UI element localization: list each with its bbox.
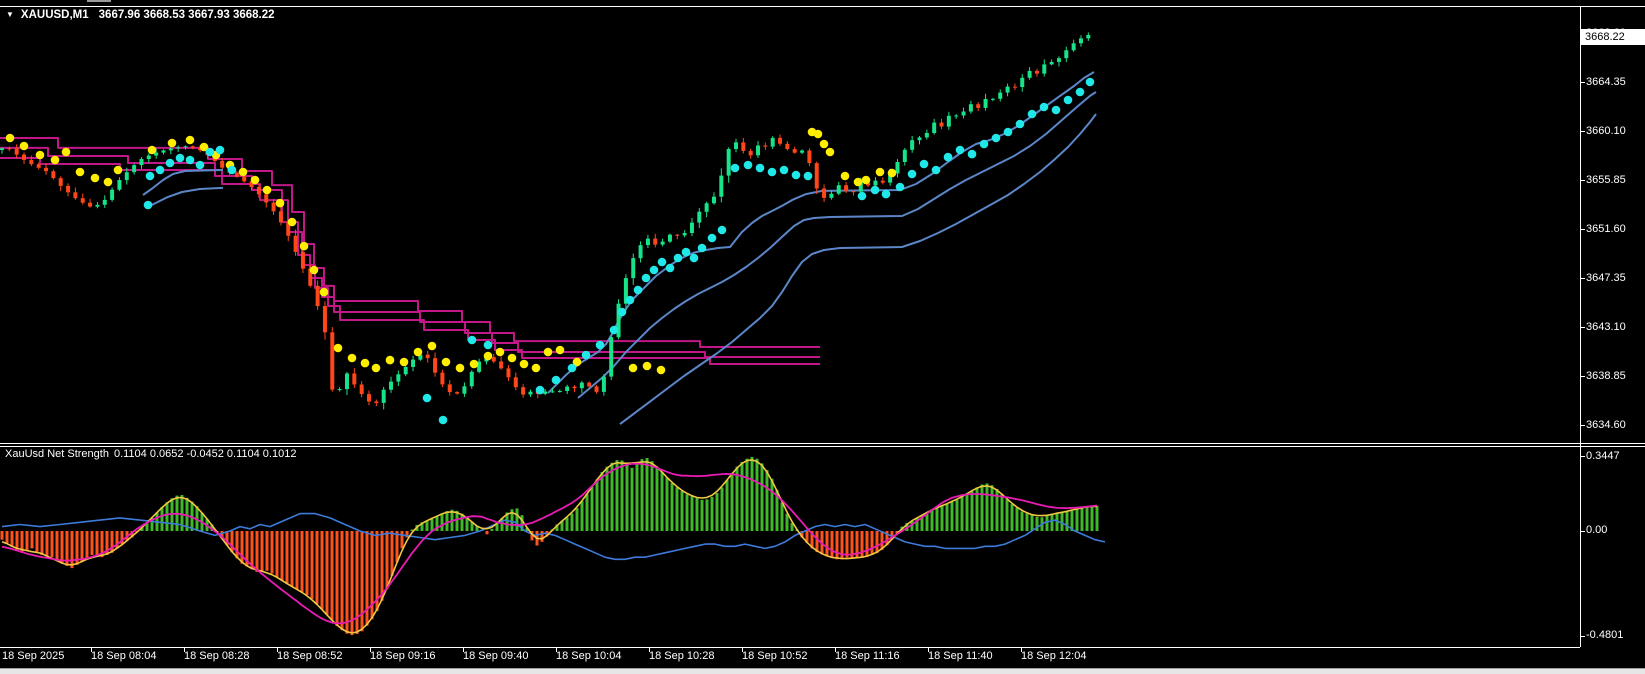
chart-canvas[interactable]: [0, 0, 1645, 674]
time-tick-label: 18 Sep 08:52: [277, 650, 343, 662]
time-tick-label: 18 Sep 2025: [2, 650, 65, 662]
time-tick-label: 18 Sep 09:16: [370, 650, 436, 662]
symbol-dropdown-icon[interactable]: ▼: [6, 10, 14, 19]
terminal-chart-window: ▼ XAUUSD,M1 3667.96 3668.53 3667.93 3668.2…: [0, 0, 1645, 674]
sub-scale-zero-label: 0.00: [1586, 524, 1608, 536]
time-tick-label: 18 Sep 08:04: [91, 650, 157, 662]
indicator-values: 0.1104 0.0652 -0.0452 0.1104 0.1012: [113, 448, 297, 460]
price-tick-label: 3664.35: [1586, 76, 1626, 88]
symbol-period-label: XAUUSD,M1: [20, 9, 89, 21]
indicator-title: XauUsd Net Strength 0.1104 0.0652 -0.0452…: [5, 448, 296, 460]
main-chart-layer: [0, 32, 1097, 425]
time-tick-label: 18 Sep 08:28: [184, 650, 250, 662]
price-tick-label: 3660.10: [1586, 125, 1626, 137]
price-tick-label: 3643.10: [1586, 321, 1626, 333]
oscillator-signal-line: [1, 462, 1098, 625]
time-tick-label: 18 Sep 12:04: [1021, 650, 1087, 662]
uptrend-step-lines: [142, 71, 1097, 425]
time-tick-label: 18 Sep 10:52: [742, 650, 808, 662]
price-tick-label: 3647.35: [1586, 272, 1626, 284]
time-tick-label: 18 Sep 09:40: [463, 650, 529, 662]
current-price-marker: 3668.22: [1581, 29, 1645, 45]
sub-scale-min-label: -0.4801: [1586, 629, 1624, 641]
price-tick-label: 3655.85: [1586, 174, 1626, 186]
time-tick-label: 18 Sep 10:04: [556, 650, 622, 662]
chart-title: ▼ XAUUSD,M1 3667.96 3668.53 3667.93 3668.2…: [6, 9, 275, 21]
indicator-name: XauUsd Net Strength: [5, 448, 109, 460]
oscillator-layer: [0, 456, 1106, 636]
price-tick-label: 3651.60: [1586, 223, 1626, 235]
time-tick-label: 18 Sep 11:40: [928, 650, 993, 662]
price-tick-label: 3634.60: [1586, 419, 1626, 431]
sub-scale-max-label: 0.3447: [1586, 450, 1620, 462]
buy-signal-dots: [143, 77, 1095, 425]
time-tick-label: 18 Sep 11:16: [835, 650, 900, 662]
taskbar-edge: [0, 668, 1645, 674]
ohlc-values: 3667.96 3668.53 3667.93 3668.22: [98, 9, 275, 21]
time-tick-label: 18 Sep 10:28: [649, 650, 715, 662]
price-tick-label: 3638.85: [1586, 370, 1626, 382]
